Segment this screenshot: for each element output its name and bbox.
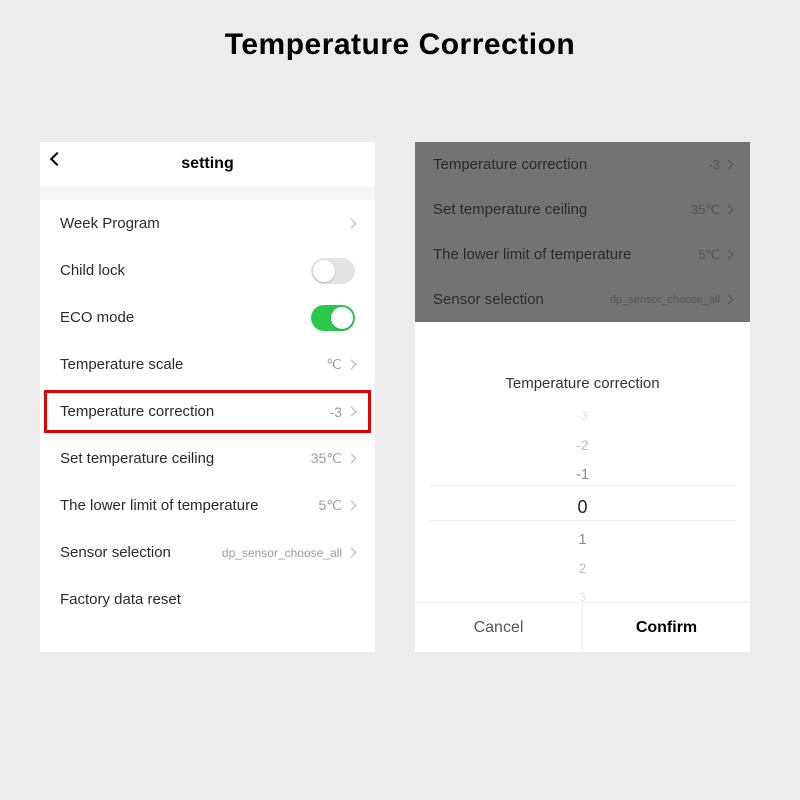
row-value: 5℃ bbox=[698, 247, 720, 263]
chevron-right-icon bbox=[347, 407, 357, 417]
row-lower-limit-temperature[interactable]: The lower limit of temperature 5℃ bbox=[40, 482, 375, 529]
row-label: Sensor selection bbox=[60, 544, 222, 561]
row-label: Temperature correction bbox=[433, 156, 708, 173]
section-gap bbox=[40, 186, 375, 200]
row-value: 35℃ bbox=[311, 450, 342, 467]
settings-screen: setting Week Program Child lock ECO mode… bbox=[40, 142, 375, 652]
picker-option[interactable]: -2 bbox=[415, 431, 750, 460]
row-value: -3 bbox=[330, 404, 342, 420]
row-temperature-correction[interactable]: Temperature correction -3 bbox=[40, 388, 375, 435]
row-label: The lower limit of temperature bbox=[433, 246, 698, 263]
picker-option[interactable]: 1 bbox=[415, 525, 750, 554]
row-label: Week Program bbox=[60, 215, 348, 232]
row-set-temperature-ceiling[interactable]: Set temperature ceiling 35℃ bbox=[40, 435, 375, 482]
chevron-right-icon bbox=[347, 501, 357, 511]
row-label: ECO mode bbox=[60, 309, 311, 326]
chevron-right-icon bbox=[347, 454, 357, 464]
row-value: dp_sensor_choose_all bbox=[222, 546, 342, 560]
sheet-title: Temperature correction bbox=[415, 375, 750, 392]
row-week-program[interactable]: Week Program bbox=[40, 200, 375, 247]
bg-row-sensor-selection: Sensor selection dp_sensor_choose_all bbox=[415, 277, 750, 322]
bg-row-temperature-correction: Temperature correction -3 bbox=[415, 142, 750, 187]
header-title: setting bbox=[40, 155, 375, 173]
row-value: -3 bbox=[708, 157, 720, 172]
picker-option[interactable]: -1 bbox=[415, 460, 750, 489]
chevron-right-icon bbox=[347, 360, 357, 370]
settings-list: Week Program Child lock ECO mode Tempera… bbox=[40, 200, 375, 623]
bg-row-temperature-ceiling: Set temperature ceiling 35℃ bbox=[415, 187, 750, 232]
chevron-right-icon bbox=[724, 160, 734, 170]
chevron-right-icon bbox=[347, 548, 357, 558]
picker-option[interactable]: 2 bbox=[415, 554, 750, 583]
row-value: dp_sensor_choose_all bbox=[610, 294, 720, 306]
row-temperature-scale[interactable]: Temperature scale ℃ bbox=[40, 341, 375, 388]
picker-option[interactable]: 3 bbox=[415, 583, 750, 602]
picker-option-selected[interactable]: 0 bbox=[415, 489, 750, 525]
row-label: Set temperature ceiling bbox=[433, 201, 691, 218]
row-label: Temperature correction bbox=[60, 403, 330, 420]
value-picker[interactable]: -3 -2 -1 0 1 2 3 bbox=[415, 402, 750, 602]
row-label: Temperature scale bbox=[60, 356, 326, 373]
cancel-button[interactable]: Cancel bbox=[415, 603, 583, 652]
picker-screen: Temperature correction -3 Set temperatur… bbox=[415, 142, 750, 652]
toggle-eco-mode[interactable] bbox=[311, 305, 355, 331]
row-value: 35℃ bbox=[691, 202, 720, 218]
row-label: Factory data reset bbox=[60, 591, 355, 608]
toggle-child-lock[interactable] bbox=[311, 258, 355, 284]
row-label: Set temperature ceiling bbox=[60, 450, 311, 467]
row-value: ℃ bbox=[326, 356, 342, 373]
row-value: 5℃ bbox=[318, 497, 342, 514]
chevron-right-icon bbox=[724, 295, 734, 305]
header: setting bbox=[40, 142, 375, 186]
dimmed-background: Temperature correction -3 Set temperatur… bbox=[415, 142, 750, 322]
row-child-lock[interactable]: Child lock bbox=[40, 247, 375, 294]
confirm-button[interactable]: Confirm bbox=[583, 603, 750, 652]
chevron-right-icon bbox=[347, 219, 357, 229]
row-label: Sensor selection bbox=[433, 291, 610, 308]
row-sensor-selection[interactable]: Sensor selection dp_sensor_choose_all bbox=[40, 529, 375, 576]
bg-row-lower-limit: The lower limit of temperature 5℃ bbox=[415, 232, 750, 277]
row-label: Child lock bbox=[60, 262, 311, 279]
picker-sheet: Temperature correction -3 -2 -1 0 1 2 3 … bbox=[415, 361, 750, 652]
row-label: The lower limit of temperature bbox=[60, 497, 318, 514]
phones-wrapper: setting Week Program Child lock ECO mode… bbox=[0, 82, 800, 652]
sheet-buttons: Cancel Confirm bbox=[415, 602, 750, 652]
row-factory-reset[interactable]: Factory data reset bbox=[40, 576, 375, 623]
chevron-right-icon bbox=[724, 250, 734, 260]
picker-option[interactable]: -3 bbox=[415, 402, 750, 431]
chevron-right-icon bbox=[724, 205, 734, 215]
row-eco-mode[interactable]: ECO mode bbox=[40, 294, 375, 341]
page-title: Temperature Correction bbox=[0, 0, 800, 82]
